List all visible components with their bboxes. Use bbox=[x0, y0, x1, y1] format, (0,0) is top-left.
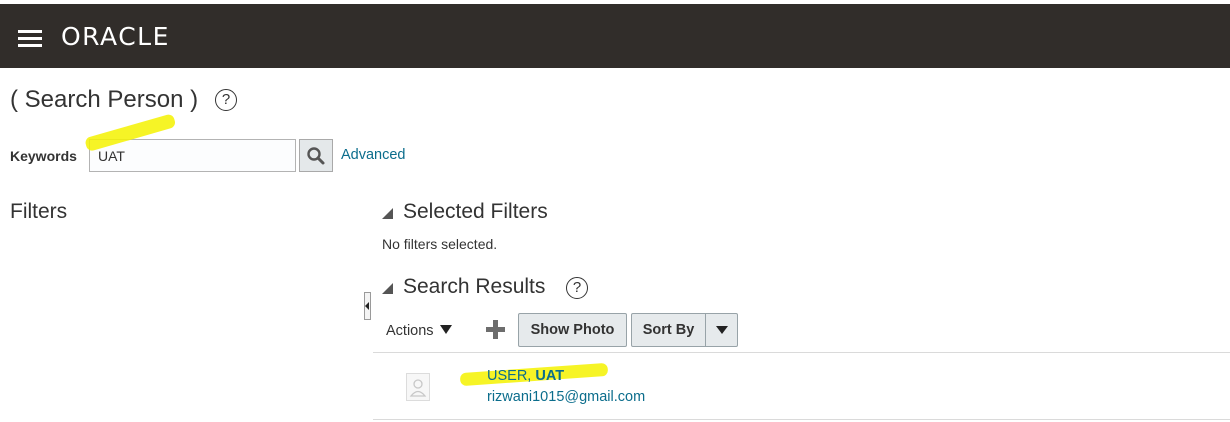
sort-by-control: Sort By bbox=[631, 313, 738, 347]
person-first-name: UAT bbox=[535, 368, 565, 384]
keywords-input[interactable] bbox=[89, 139, 296, 172]
collapse-selected-filters-icon[interactable] bbox=[382, 208, 393, 219]
search-button[interactable] bbox=[299, 139, 333, 172]
global-header: ORACLE bbox=[0, 4, 1230, 68]
results-help-icon[interactable]: ? bbox=[566, 277, 588, 299]
person-avatar-icon[interactable] bbox=[406, 373, 430, 401]
search-icon bbox=[307, 147, 325, 165]
actions-menu[interactable]: Actions bbox=[386, 323, 452, 339]
search-result-row[interactable]: USER, UAT rizwani1015@gmail.com bbox=[373, 352, 1230, 420]
sort-by-button[interactable]: Sort By bbox=[632, 314, 705, 346]
collapse-search-results-icon[interactable] bbox=[382, 283, 393, 294]
person-last-name: USER bbox=[487, 368, 528, 384]
page-title: ( Search Person ) bbox=[10, 86, 199, 113]
add-icon[interactable] bbox=[485, 319, 507, 341]
panel-splitter-collapse-icon[interactable] bbox=[364, 292, 371, 320]
show-photo-button[interactable]: Show Photo bbox=[518, 313, 627, 347]
filters-title: Filters bbox=[10, 200, 68, 223]
no-filters-text: No filters selected. bbox=[382, 236, 498, 252]
keywords-label: Keywords bbox=[10, 148, 77, 164]
person-email-link[interactable]: rizwani1015@gmail.com bbox=[487, 389, 645, 405]
advanced-search-link[interactable]: Advanced bbox=[341, 147, 406, 163]
sort-by-dropdown-icon[interactable] bbox=[706, 314, 737, 346]
help-icon[interactable]: ? bbox=[215, 89, 237, 111]
menu-icon[interactable] bbox=[18, 30, 42, 48]
person-name-link[interactable]: USER, UAT bbox=[487, 368, 564, 384]
caret-down-icon bbox=[439, 325, 452, 334]
oracle-logo[interactable]: ORACLE bbox=[61, 22, 170, 51]
search-results-title[interactable]: Search Results bbox=[403, 275, 545, 299]
actions-label: Actions bbox=[386, 323, 434, 339]
selected-filters-title[interactable]: Selected Filters bbox=[403, 200, 548, 224]
